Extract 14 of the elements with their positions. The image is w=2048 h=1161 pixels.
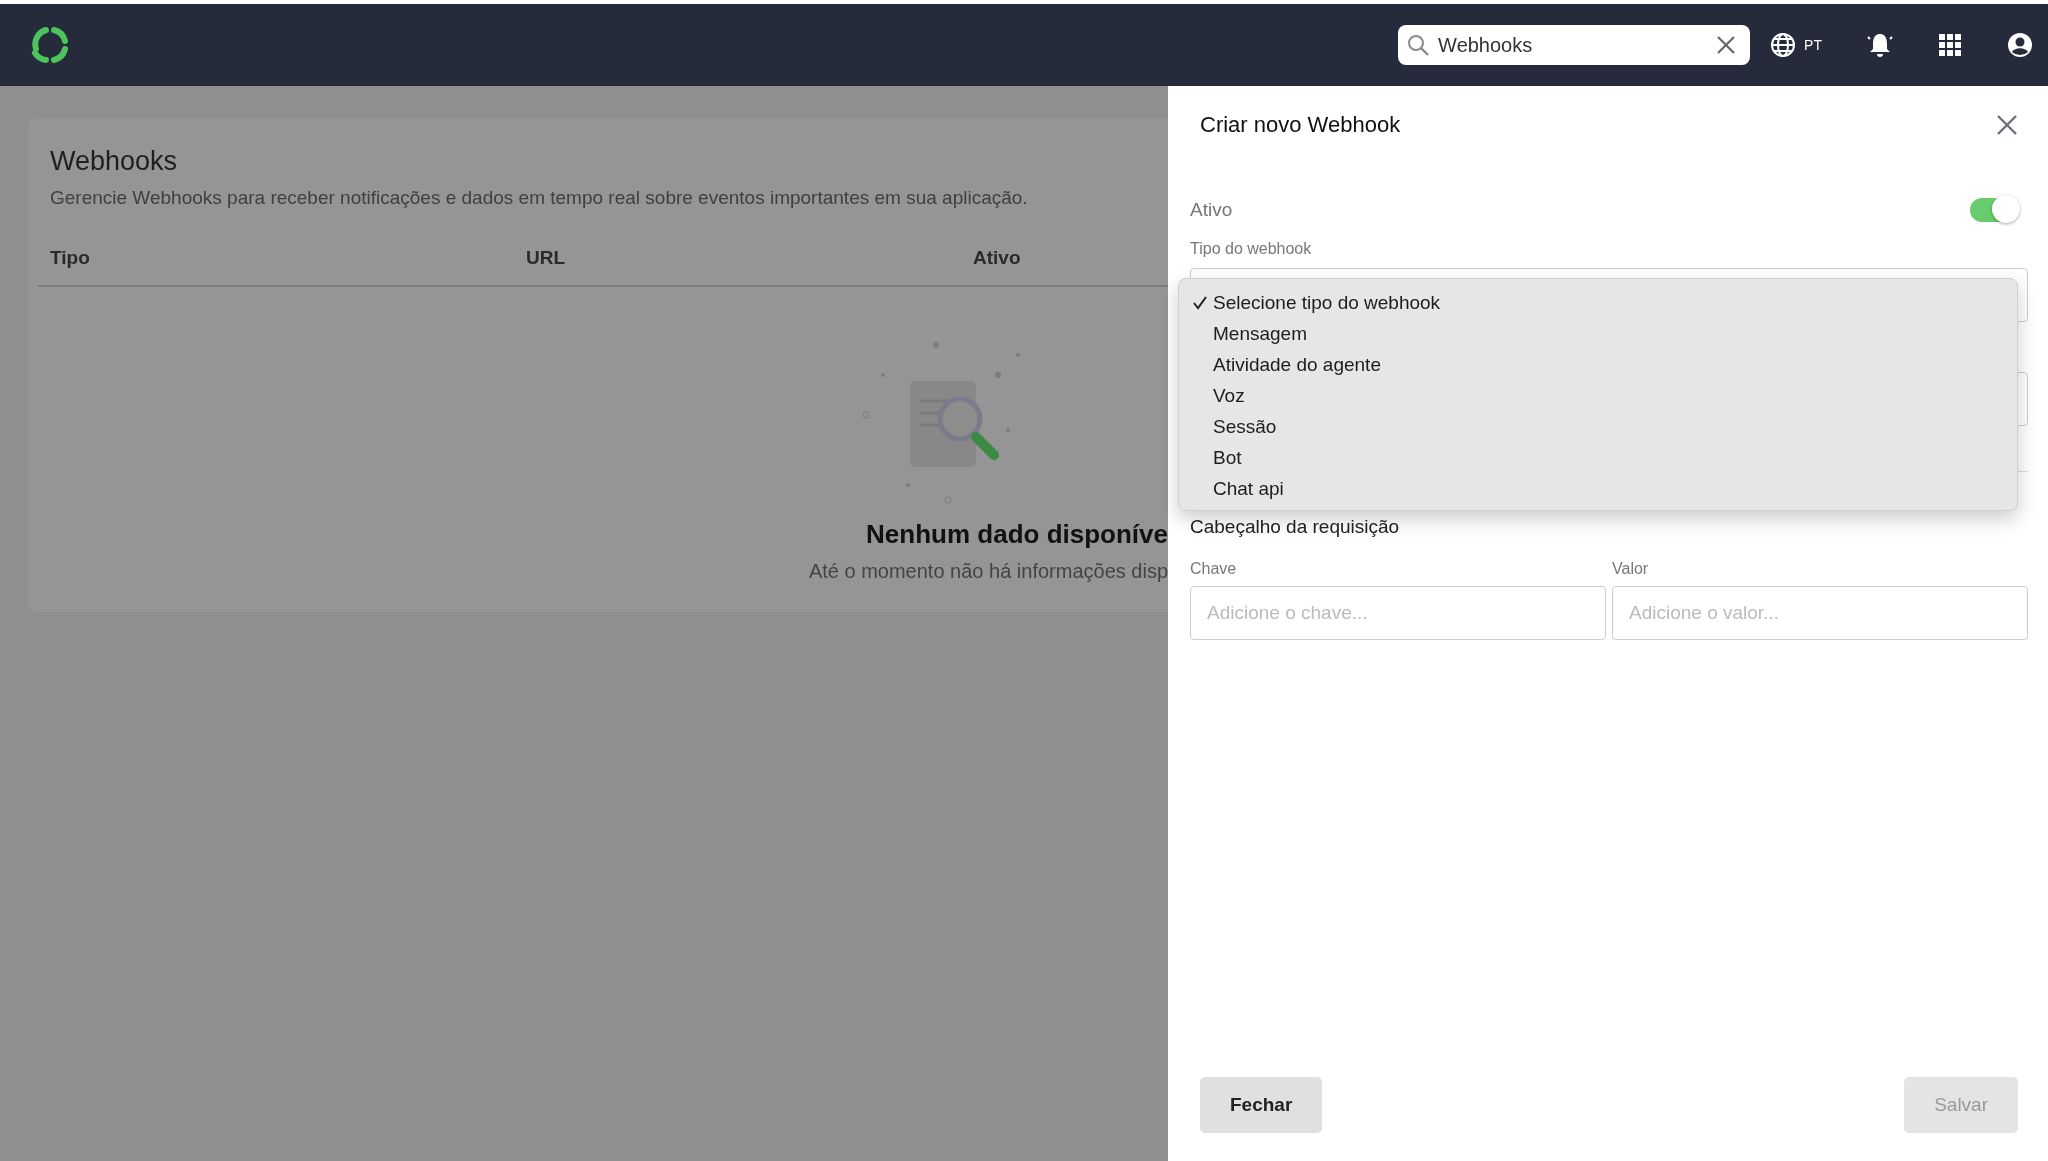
page-description: Gerencie Webhooks para receber notificações e dados em tempo real sobre eventos importantes em sua aplicação.	[50, 187, 1029, 209]
field-label: Valor	[1612, 560, 1650, 578]
language-code: PT	[1804, 37, 1822, 53]
empty-state-title: Nenhum dado disponíve	[866, 519, 1168, 550]
field-label: Chave	[1190, 560, 1238, 578]
section-title: Cabeçalho da requisição	[1190, 516, 1401, 538]
field-label: Tipo do webhook	[1190, 240, 1313, 258]
page-title: Webhooks	[50, 146, 179, 177]
column-header: Tipo	[50, 247, 91, 269]
column-header: Ativo	[973, 247, 1022, 269]
active-label: Ativo	[1190, 199, 1233, 221]
column-header: URL	[526, 247, 567, 269]
panel-title: Criar novo Webhook	[1200, 112, 1401, 138]
empty-state-message: Até o momento não há informações disp	[808, 560, 1168, 583]
